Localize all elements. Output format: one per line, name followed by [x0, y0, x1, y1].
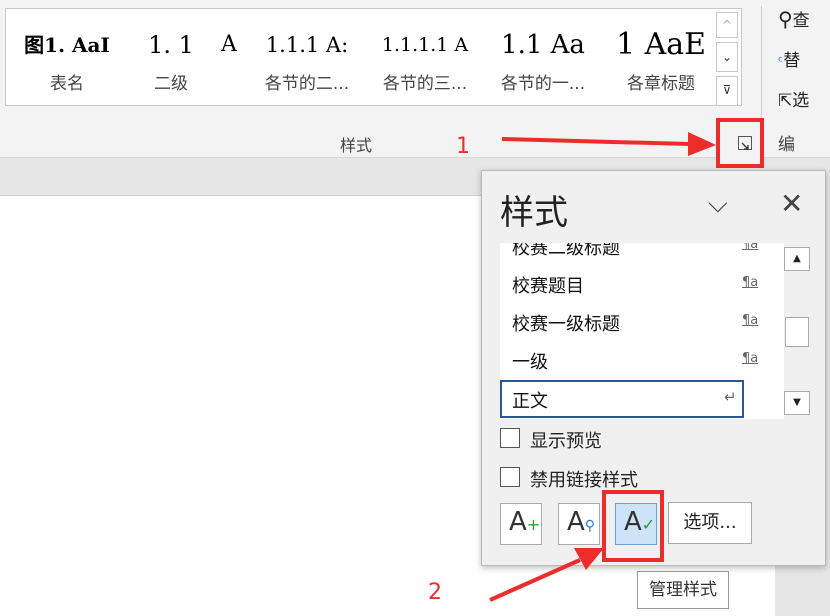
- paragraph-mark-icon: ↵: [724, 388, 737, 406]
- styles-group-label: 样式: [340, 136, 373, 155]
- select-button[interactable]: ⇱选: [778, 86, 809, 111]
- editing-group-label: 编: [778, 135, 795, 155]
- replace-button[interactable]: ᶜ替: [778, 46, 800, 71]
- manage-styles-tooltip: 管理样式: [637, 571, 729, 609]
- style-list-item-selected[interactable]: 正文 ↵: [500, 380, 744, 418]
- step-2-label: 2: [428, 580, 442, 605]
- search-icon: ⚲: [778, 7, 793, 31]
- style-name: 表名: [50, 74, 84, 94]
- style-list-item[interactable]: 校赛二级标题 ¶a: [500, 243, 784, 265]
- style-item-label: 校赛二级标题: [512, 243, 620, 259]
- gallery-scroll-up-button[interactable]: ^: [716, 12, 738, 38]
- close-icon[interactable]: ✕: [780, 187, 803, 220]
- paragraph-char-icon: ¶a: [742, 243, 759, 252]
- step-1-label: 1: [456, 134, 470, 159]
- checkbox-box[interactable]: [500, 428, 520, 448]
- style-preview: 1.1 Aa: [501, 30, 585, 60]
- style-list-item[interactable]: 一级 ¶a: [500, 341, 784, 379]
- style-list: 校赛二级标题 ¶a 校赛题目 ¶a 校赛一级标题 ¶a 一级 ¶a 正文 ↵: [500, 243, 784, 419]
- checkbox-box[interactable]: [500, 467, 520, 487]
- pane-title: 样式: [500, 193, 568, 233]
- style-name: 二级: [154, 74, 188, 94]
- style-list-scrollbar[interactable]: ▲ ▼: [784, 243, 810, 419]
- style-name: 各节的三...: [382, 74, 468, 94]
- style-preview: 1.1.1.1 A: [381, 34, 469, 56]
- scroll-up-icon[interactable]: ▲: [784, 247, 810, 271]
- style-preview: 1 AaE: [615, 27, 707, 62]
- style-list-item[interactable]: 校赛一级标题 ¶a: [500, 303, 784, 341]
- chevron-down-icon[interactable]: ⌵: [708, 189, 728, 220]
- style-preview: A: [221, 32, 237, 57]
- find-button[interactable]: ⚲查: [778, 6, 810, 31]
- find-label: 查: [792, 11, 810, 31]
- checkbox-label: 显示预览: [530, 431, 602, 452]
- style-name: 各章标题: [627, 74, 695, 94]
- style-item-label: 校赛一级标题: [512, 314, 620, 335]
- new-style-icon: A+: [509, 507, 541, 537]
- style-inspector-icon: A⚲: [567, 507, 596, 537]
- style-preview: 图1. AaI: [24, 33, 110, 57]
- style-item-label: 一级: [512, 352, 548, 373]
- scroll-down-icon[interactable]: ▼: [784, 391, 810, 415]
- style-preview: 1. 1: [148, 31, 194, 59]
- gallery-more-button[interactable]: ⊽: [716, 76, 738, 106]
- gallery-style-section-level3[interactable]: 1.1.1.1 A 各节的三...: [366, 9, 484, 105]
- paragraph-char-icon: ¶a: [742, 351, 759, 366]
- options-button[interactable]: 选项...: [668, 502, 752, 544]
- style-name: 各节的一...: [500, 74, 586, 94]
- style-item-label: 正文: [512, 391, 548, 412]
- styles-gallery: 图1. AaI 表名 1. 1 二级 A 1.1.1 A: 各节的二... 1.…: [5, 8, 742, 106]
- select-label: 选: [792, 91, 810, 111]
- style-preview: 1.1.1 A:: [265, 33, 349, 57]
- gallery-style-a[interactable]: A: [214, 9, 244, 105]
- paragraph-char-icon: ¶a: [742, 313, 759, 328]
- gallery-style-table-name[interactable]: 图1. AaI 表名: [8, 9, 126, 105]
- style-item-label: 校赛题目: [512, 276, 584, 297]
- new-style-button[interactable]: A+: [500, 503, 542, 545]
- replace-label: 替: [783, 51, 801, 71]
- style-list-item[interactable]: 校赛题目 ¶a: [500, 265, 784, 303]
- manage-styles-highlight: [602, 490, 664, 562]
- styles-dialog-launcher-icon[interactable]: [738, 136, 752, 150]
- gallery-style-level2[interactable]: 1. 1 二级: [126, 9, 216, 105]
- scroll-thumb[interactable]: [785, 317, 809, 347]
- select-icon: ⇱: [778, 91, 793, 111]
- paragraph-char-icon: ¶a: [742, 275, 759, 290]
- gallery-style-chapter-title[interactable]: 1 AaE 各章标题: [602, 9, 720, 105]
- gallery-scroll-down-button[interactable]: ⌄: [716, 42, 738, 72]
- style-inspector-button[interactable]: A⚲: [558, 503, 600, 545]
- gallery-style-section-level2[interactable]: 1.1.1 A: 各节的二...: [248, 9, 366, 105]
- checkbox-label: 禁用链接样式: [530, 470, 638, 491]
- gallery-style-section-level1[interactable]: 1.1 Aa 各节的一...: [484, 9, 602, 105]
- ribbon: 图1. AaI 表名 1. 1 二级 A 1.1.1 A: 各节的二... 1.…: [0, 0, 830, 158]
- style-name: 各节的二...: [264, 74, 350, 94]
